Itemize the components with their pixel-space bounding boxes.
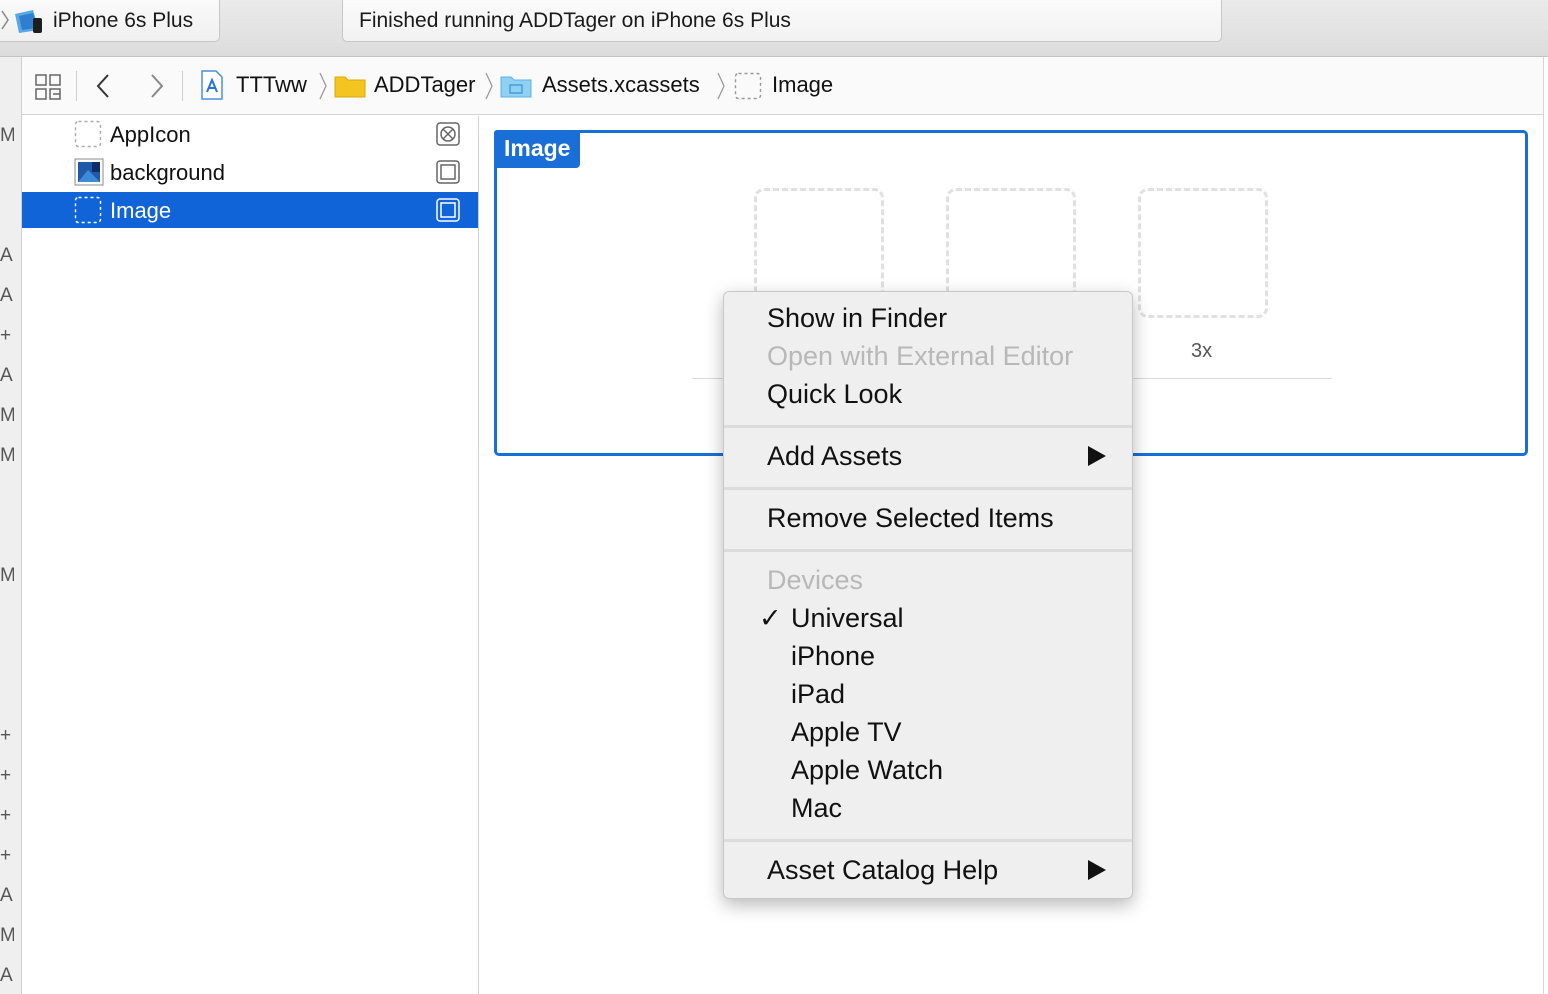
chevron-right-icon: [717, 72, 725, 100]
menu-separator: [724, 839, 1132, 842]
project-file-icon: [201, 70, 223, 100]
menu-item-device-apple-tv[interactable]: Apple TV: [791, 714, 902, 750]
slot-3x[interactable]: [1138, 188, 1268, 318]
breadcrumb-asset-catalog[interactable]: Assets.xcassets: [500, 57, 720, 115]
strip-glyph: A: [0, 885, 13, 906]
image-set-title: Image: [494, 130, 581, 168]
context-menu: Show in Finder Open with External Editor…: [723, 291, 1133, 899]
menu-item-device-universal[interactable]: Universal: [791, 600, 904, 636]
asset-name: AppIcon: [110, 122, 191, 147]
slot-label-3x: 3x: [1191, 340, 1213, 362]
chevron-right-icon: [1, 10, 9, 30]
breadcrumb-label: Assets.xcassets: [542, 72, 700, 97]
menu-item-device-iphone[interactable]: iPhone: [791, 638, 875, 674]
scheme-device-label: iPhone 6s Plus: [53, 9, 194, 32]
jump-bar: TTTww ADDTager Assets.xcassets Image: [22, 57, 1548, 115]
related-items-icon[interactable]: [34, 73, 62, 101]
forward-arrow-icon[interactable]: [148, 73, 166, 99]
submenu-arrow-icon: [1088, 860, 1106, 880]
strip-glyph: A: [0, 285, 13, 306]
imageset-badge-icon: [436, 160, 460, 184]
image-thumbnail-icon: [74, 158, 104, 186]
asset-row-image[interactable]: Image: [22, 192, 478, 228]
appicon-placeholder-icon: [74, 120, 102, 148]
chevron-right-icon: [485, 72, 493, 100]
activity-status: Finished running ADDTager on iPhone 6s P…: [342, 0, 1222, 42]
folder-icon: [334, 76, 366, 98]
asset-name: background: [110, 160, 225, 185]
breadcrumb-image-set[interactable]: Image: [734, 57, 854, 115]
imageset-badge-icon: [436, 198, 460, 222]
menu-item-show-in-finder[interactable]: Show in Finder: [767, 300, 947, 336]
strip-glyph: +: [0, 725, 12, 746]
chevron-right-icon: [319, 72, 327, 100]
menu-item-add-assets[interactable]: Add Assets: [767, 438, 902, 474]
menu-separator: [724, 487, 1132, 490]
asset-catalog-outline: AppIcon background Image: [22, 116, 479, 994]
breadcrumb-label: ADDTager: [374, 72, 476, 97]
appicon-badge-icon: [436, 122, 460, 146]
navigator-strip: M A A + A M M M + + + + A M A: [0, 57, 22, 994]
menu-separator: [724, 549, 1132, 552]
scheme-selector[interactable]: iPhone 6s Plus: [0, 0, 220, 42]
strip-glyph: M: [0, 405, 14, 426]
menu-item-remove-selected[interactable]: Remove Selected Items: [767, 500, 1054, 536]
strip-glyph: M: [0, 125, 14, 146]
toolbar: iPhone 6s Plus Finished running ADDTager…: [0, 0, 1548, 57]
breadcrumb-label: TTTww: [236, 72, 307, 97]
menu-item-open-external-editor: Open with External Editor: [767, 341, 1074, 371]
strip-glyph: +: [0, 805, 12, 826]
imageset-placeholder-icon: [74, 196, 102, 224]
imageset-placeholder-icon: [734, 72, 762, 100]
breadcrumb-label: Image: [772, 72, 834, 97]
strip-glyph: A: [0, 965, 13, 986]
strip-glyph: M: [0, 565, 14, 586]
menu-item-device-ipad[interactable]: iPad: [791, 676, 845, 712]
strip-glyph: M: [0, 445, 14, 466]
jumpbar-divider: [76, 71, 77, 101]
menu-item-quick-look[interactable]: Quick Look: [767, 376, 902, 412]
strip-glyph: A: [0, 365, 13, 386]
asset-row-appicon[interactable]: AppIcon: [22, 116, 478, 152]
strip-glyph: A: [0, 245, 13, 266]
asset-catalog-folder-icon: [500, 76, 532, 98]
menu-header-devices: Devices: [767, 565, 864, 595]
menu-item-device-apple-watch[interactable]: Apple Watch: [791, 752, 943, 788]
breadcrumb-project[interactable]: TTTww: [198, 57, 318, 115]
checkmark-icon: ✓: [759, 603, 782, 633]
asset-row-background[interactable]: background: [22, 154, 478, 190]
status-text: Finished running ADDTager on iPhone 6s P…: [359, 9, 791, 32]
menu-separator: [724, 425, 1132, 428]
back-arrow-icon[interactable]: [94, 73, 112, 99]
app-icon: [15, 10, 42, 33]
strip-glyph: +: [0, 845, 12, 866]
breadcrumb-group[interactable]: ADDTager: [334, 57, 484, 115]
strip-glyph: +: [0, 765, 12, 786]
strip-glyph: M: [0, 925, 14, 946]
asset-name: Image: [110, 198, 172, 223]
jumpbar-divider: [182, 71, 183, 101]
inspector-edge: [1543, 57, 1548, 994]
strip-glyph: +: [0, 325, 12, 346]
menu-item-asset-catalog-help[interactable]: Asset Catalog Help: [767, 852, 998, 888]
submenu-arrow-icon: [1088, 446, 1106, 466]
menu-item-device-mac[interactable]: Mac: [791, 790, 842, 826]
